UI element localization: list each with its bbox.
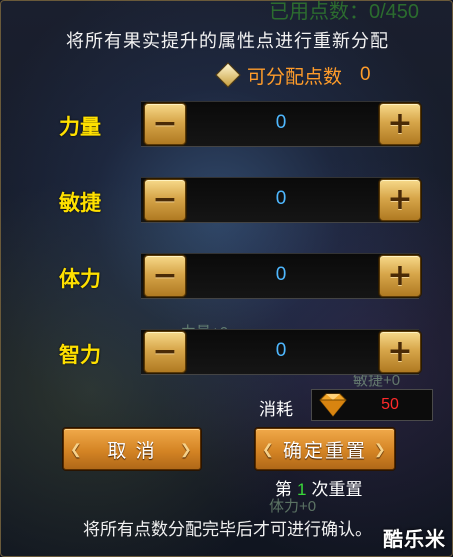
watermark-logo: 酷乐米 bbox=[383, 529, 446, 551]
intelligence-minus-button[interactable]: − bbox=[144, 331, 186, 373]
ornament-right-icon: ❯ bbox=[374, 441, 388, 457]
minus-icon: − bbox=[152, 258, 178, 293]
intelligence-plus-button[interactable]: + bbox=[379, 331, 421, 373]
ornament-left-icon: ❮ bbox=[262, 441, 276, 457]
agility-minus-button[interactable]: − bbox=[144, 179, 186, 221]
stat-label-agility: 敏捷 bbox=[59, 192, 101, 215]
plus-icon: + bbox=[387, 106, 413, 141]
diamond-gem-icon bbox=[319, 393, 347, 417]
agility-plus-button[interactable]: + bbox=[379, 179, 421, 221]
stat-value-agility: 0 bbox=[275, 188, 287, 209]
cost-box: 50 bbox=[311, 389, 433, 421]
used-points-overlay: 已用点数：0/450 bbox=[269, 1, 420, 23]
minus-icon: − bbox=[152, 182, 178, 217]
diamond-icon bbox=[215, 62, 241, 88]
stat-label-strength: 力量 bbox=[59, 116, 101, 139]
minus-icon: − bbox=[152, 334, 178, 369]
stamina-minus-button[interactable]: − bbox=[144, 255, 186, 297]
reset-count-row: 第 1 次重置 bbox=[275, 475, 362, 500]
available-points-label: 可分配点数 bbox=[247, 66, 343, 88]
minus-icon: − bbox=[152, 106, 178, 141]
cancel-button-label: 取 消 bbox=[107, 440, 157, 462]
ornament-left-icon: ❮ bbox=[70, 441, 84, 457]
reset-count-prefix: 第 bbox=[275, 480, 292, 499]
reset-count-value: 1 bbox=[297, 480, 307, 499]
confirm-reset-button-label: 确定重置 bbox=[282, 440, 367, 462]
dialog-title: 将所有果实提升的属性点进行重新分配 bbox=[66, 31, 389, 51]
stamina-plus-button[interactable]: + bbox=[379, 255, 421, 297]
plus-icon: + bbox=[387, 334, 413, 369]
plus-icon: + bbox=[387, 258, 413, 293]
strength-plus-button[interactable]: + bbox=[379, 103, 421, 145]
cost-label: 消耗 bbox=[259, 400, 293, 419]
available-points-row: 可分配点数 0 bbox=[215, 62, 371, 88]
stat-label-stamina: 体力 bbox=[59, 268, 101, 291]
strength-minus-button[interactable]: − bbox=[144, 103, 186, 145]
cancel-button[interactable]: ❮ 取 消 ❯ bbox=[63, 428, 201, 470]
stat-value-intelligence: 0 bbox=[275, 340, 287, 361]
stat-value-stamina: 0 bbox=[275, 264, 287, 285]
stat-value-strength: 0 bbox=[275, 112, 287, 133]
stat-label-intelligence: 智力 bbox=[59, 344, 101, 367]
available-points-value: 0 bbox=[360, 64, 371, 85]
plus-icon: + bbox=[387, 182, 413, 217]
ornament-right-icon: ❯ bbox=[180, 441, 194, 457]
reset-count-suffix: 次重置 bbox=[311, 480, 363, 499]
cost-value: 50 bbox=[381, 396, 399, 413]
confirm-reset-button[interactable]: ❮ 确定重置 ❯ bbox=[255, 428, 395, 470]
reset-dialog: 已用点数：0/450 力量 +0 敏捷 +0 体力 +0 将所有果实提升的属性点进行重… bbox=[0, 0, 453, 557]
